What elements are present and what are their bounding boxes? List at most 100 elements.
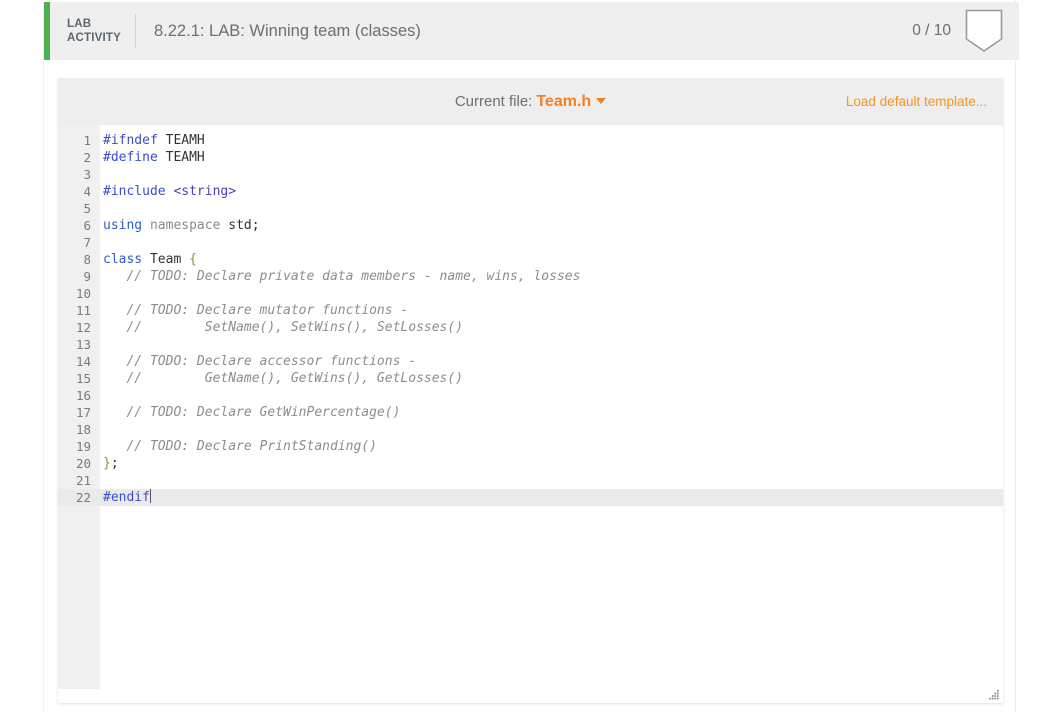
code-line-text[interactable]: #define TEAMH [103,149,205,166]
line-number: 6 [83,218,91,233]
line-number: 9 [83,269,91,284]
line-number: 16 [75,388,91,403]
code-line[interactable]: 11 // TODO: Declare mutator functions - [58,302,1003,319]
code-token: std; [220,218,260,233]
page-left-divider [43,0,44,712]
line-number: 11 [75,303,91,318]
line-number: 12 [75,320,91,335]
code-line-text[interactable]: class Team { [103,251,197,268]
code-token: class [103,252,143,267]
code-token: #define [103,150,158,165]
line-number: 22 [75,490,91,505]
lab-activity-header: LAB ACTIVITY 8.22.1: LAB: Winning team (… [44,2,1019,60]
code-line[interactable]: 4 #include <string> [58,183,1003,200]
line-number: 5 [83,201,91,216]
line-number: 8 [83,252,91,267]
code-line[interactable]: 5 [58,200,1003,217]
code-line[interactable]: 2 #define TEAMH [58,149,1003,166]
code-token: #include [103,184,166,199]
code-token: // TODO: Declare GetWinPercentage() [103,405,401,420]
code-line-text[interactable]: // TODO: Declare PrintStanding() [103,438,377,455]
line-number: 7 [83,235,91,250]
line-number: 14 [75,354,91,369]
bookmark-icon-wrap[interactable] [965,9,1019,53]
code-token: ; [110,456,119,471]
code-line[interactable]: 21 [58,472,1003,489]
code-lines-container[interactable]: 1 #ifndef TEAMH 2 #define TEAMH 3 4 #include <… [58,125,1003,506]
code-line-text[interactable]: // TODO: Declare GetWinPercentage() [103,404,400,421]
code-line[interactable]: 17 // TODO: Declare GetWinPercentage() [58,404,1003,421]
code-token: // TODO: Declare accessor functions - [103,354,417,369]
code-line-text[interactable]: // GetName(), GetWins(), GetLosses() [103,370,463,387]
line-number: 2 [83,150,91,165]
code-line[interactable]: 20}; [58,455,1003,472]
chevron-down-icon[interactable] [596,97,607,104]
lab-badge-line-2: ACTIVITY [67,32,121,44]
code-line[interactable]: 14 // TODO: Declare accessor functions - [58,353,1003,370]
line-number: 19 [75,439,91,454]
code-line[interactable]: 9 // TODO: Declare private data members … [58,268,1003,285]
bookmark-outline-icon[interactable] [965,9,1003,53]
line-number: 10 [75,286,91,301]
line-number: 13 [75,337,91,352]
code-token: // TODO: Declare private data members - … [103,269,581,284]
code-line-text[interactable]: #include <string> [103,183,236,200]
code-line[interactable]: 7 [58,234,1003,251]
code-line[interactable]: 8 class Team { [58,251,1003,268]
code-line[interactable]: 18 [58,421,1003,438]
code-line-text[interactable]: #endif [103,489,151,506]
code-line[interactable]: 16 [58,387,1003,404]
current-file-selector[interactable]: Current file: Team.h [454,92,607,111]
code-line[interactable]: 22 #endif [58,489,1003,506]
current-file-name[interactable]: Team.h [536,93,591,110]
editor-bottom-strip [58,689,1003,703]
code-line-text[interactable]: // TODO: Declare accessor functions - [103,353,416,370]
code-token: // GetName(), GetWins(), GetLosses() [103,371,464,386]
code-token: { [189,252,197,267]
lab-badge-line-1: LAB [67,18,92,30]
code-line[interactable]: 13 [58,336,1003,353]
code-line-text[interactable]: // SetName(), SetWins(), SetLosses() [103,319,463,336]
text-cursor [149,489,151,503]
line-number: 20 [75,456,91,471]
page-right-divider [1015,0,1016,712]
code-token: #endif [103,490,150,505]
resize-grip-icon[interactable] [989,690,1000,701]
current-file-label: Current file: [454,92,533,110]
code-token: namespace [149,218,221,233]
code-line[interactable]: 6 using namespace std; [58,217,1003,234]
code-line[interactable]: 1 #ifndef TEAMH [58,132,1003,149]
code-line-text[interactable]: // TODO: Declare mutator functions - [103,302,408,319]
lab-activity-badge: LAB ACTIVITY [50,17,135,45]
code-line-text[interactable]: // TODO: Declare private data members - … [103,268,580,285]
line-number: 3 [83,167,91,182]
code-line[interactable]: 19 // TODO: Declare PrintStanding() [58,438,1003,455]
code-token: TEAMH [157,133,205,148]
load-default-template-link[interactable]: Load default template... [846,94,987,109]
line-number: 1 [83,133,91,148]
line-number: 21 [75,473,91,488]
code-token: } [103,456,111,471]
code-token: Team [142,252,190,267]
code-editor-area[interactable]: 1 #ifndef TEAMH 2 #define TEAMH 3 4 #include <… [58,125,1003,703]
code-line[interactable]: 10 [58,285,1003,302]
code-token: using [103,218,143,233]
page-root: LAB ACTIVITY 8.22.1: LAB: Winning team (… [0,0,1064,712]
line-number: 15 [75,371,91,386]
code-token: TEAMH [157,150,205,165]
code-token: #ifndef [103,133,158,148]
code-line-text[interactable]: }; [103,455,119,472]
code-editor-card: Current file: Team.h Load default templat… [58,78,1003,703]
code-token: // TODO: Declare PrintStanding() [103,439,377,454]
code-token: // SetName(), SetWins(), SetLosses() [103,320,464,335]
code-line[interactable]: 15 // GetName(), GetWins(), GetLosses() [58,370,1003,387]
line-number: 17 [75,405,91,420]
code-line-text[interactable]: #ifndef TEAMH [103,132,205,149]
code-line-text[interactable]: using namespace std; [103,217,260,234]
line-number: 4 [83,184,91,199]
code-token: <string> [173,184,237,199]
code-line[interactable]: 12 // SetName(), SetWins(), SetLosses() [58,319,1003,336]
lab-score: 0 / 10 [912,22,951,39]
code-line[interactable]: 3 [58,166,1003,183]
